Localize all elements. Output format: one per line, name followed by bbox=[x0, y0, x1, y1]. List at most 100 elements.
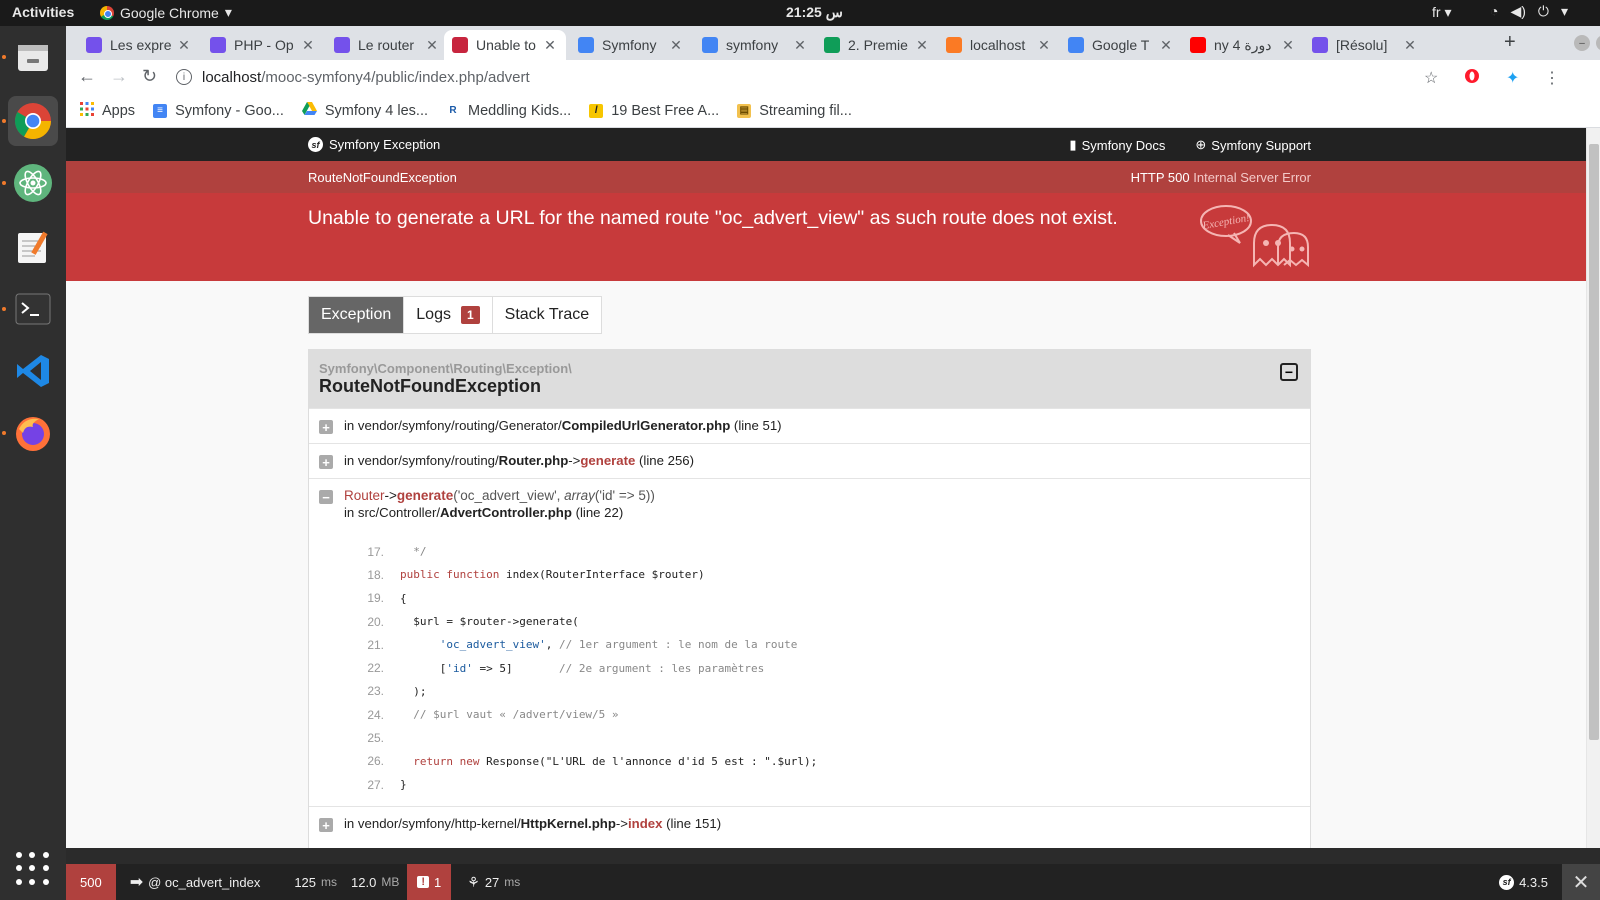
browser-tab[interactable]: Unable to ✕ bbox=[444, 30, 566, 60]
tab-title: 2. Premie bbox=[848, 37, 908, 53]
status-code-panel[interactable]: 500 bbox=[66, 864, 116, 900]
tab-stack-trace[interactable]: Stack Trace bbox=[493, 297, 601, 333]
symfony-support-link[interactable]: ⊕ Symfony Support bbox=[1195, 137, 1311, 153]
opera-extension-icon[interactable] bbox=[1464, 68, 1480, 89]
time-panel[interactable]: 125 ms bbox=[268, 864, 345, 900]
system-tray[interactable]: ◔ ◀) ⏻ ▾ bbox=[1490, 3, 1568, 20]
firefox-icon[interactable] bbox=[8, 408, 58, 458]
bookmark-star-icon[interactable]: ☆ bbox=[1424, 68, 1438, 88]
browser-tab[interactable]: Symfony ✕ bbox=[570, 30, 692, 60]
reload-button[interactable]: ↻ bbox=[142, 66, 157, 87]
line-number: 20. bbox=[367, 614, 384, 629]
status-code: 500 bbox=[80, 874, 102, 890]
language-indicator[interactable]: fr ▾ bbox=[1432, 4, 1451, 21]
close-tab-icon[interactable]: ✕ bbox=[914, 37, 930, 54]
xampp-icon bbox=[946, 37, 962, 53]
running-indicator bbox=[2, 119, 6, 123]
collapse-all-icon[interactable]: − bbox=[1280, 363, 1298, 381]
menu-icon[interactable]: ⋮ bbox=[1544, 68, 1560, 88]
exception-ghost-icon: Exception! bbox=[1200, 205, 1309, 268]
call-method: generate bbox=[396, 488, 454, 503]
memory-panel[interactable]: 12.0 MB bbox=[345, 864, 407, 900]
trace-frame[interactable]: + in vendor/symfony/http-kernel/HttpKern… bbox=[309, 806, 1310, 841]
new-tab-button[interactable]: + bbox=[1504, 31, 1516, 54]
bookmark-label: Symfony - Goo... bbox=[175, 102, 284, 119]
code-line: 19. { bbox=[344, 587, 1310, 610]
bookmark-19-best-free[interactable]: l 19 Best Free A... bbox=[589, 103, 719, 119]
app-menu[interactable]: Google Chrome ▾ bbox=[100, 4, 232, 21]
chrome-dock-icon[interactable] bbox=[8, 96, 58, 146]
r-icon: R bbox=[449, 105, 457, 116]
browser-tab[interactable]: PHP - Op ✕ bbox=[202, 30, 324, 60]
expand-icon[interactable]: + bbox=[319, 420, 333, 434]
hide-toolbar-button[interactable]: ✕ bbox=[1562, 864, 1600, 900]
tab-label: Exception bbox=[321, 306, 392, 323]
browser-tab[interactable]: [Résolu] ✕ bbox=[1304, 30, 1426, 60]
chevron-down-icon: ▾ bbox=[224, 4, 232, 20]
browser-tab[interactable]: symfony ✕ bbox=[694, 30, 816, 60]
close-tab-icon[interactable]: ✕ bbox=[300, 37, 316, 54]
expand-icon[interactable]: + bbox=[319, 455, 333, 469]
browser-tab[interactable]: 2. Premie ✕ bbox=[816, 30, 938, 60]
symfony-docs-link[interactable]: ▮ Symfony Docs bbox=[1069, 137, 1165, 153]
extension-icon[interactable]: ✦ bbox=[1506, 68, 1519, 88]
route-panel[interactable]: ➡ @ oc_advert_index bbox=[116, 864, 269, 900]
logs-error-panel[interactable]: ! 1 bbox=[407, 864, 452, 900]
close-tab-icon[interactable]: ✕ bbox=[1158, 37, 1174, 54]
close-tab-icon[interactable]: ✕ bbox=[1036, 37, 1052, 54]
tab-exception[interactable]: Exception bbox=[309, 297, 405, 333]
code-text: 'oc_advert_view', // 1er argument : le n… bbox=[439, 638, 798, 652]
address-bar[interactable]: i localhost/mooc-symfony4/public/index.p… bbox=[176, 63, 1476, 91]
page-scrollbar[interactable] bbox=[1586, 128, 1600, 848]
close-tab-icon[interactable]: ✕ bbox=[424, 37, 440, 54]
bookmark-streaming[interactable]: ▤ Streaming fil... bbox=[737, 103, 852, 119]
code-line: 22. ['id' => 5] // 2e argument : les par… bbox=[344, 656, 1310, 679]
back-button[interactable]: ← bbox=[78, 66, 96, 87]
trace-frame[interactable]: + in vendor/symfony/routing/Router.php->… bbox=[309, 443, 1310, 478]
bookmarks-bar: Apps ≡ Symfony - Goo... Symfony 4 les...… bbox=[66, 94, 1600, 128]
browser-tab[interactable]: Les expre ✕ bbox=[78, 30, 200, 60]
close-tab-icon[interactable]: ✕ bbox=[1280, 37, 1296, 54]
browser-tab[interactable]: ny 4 دورة ✕ bbox=[1182, 30, 1304, 60]
tab-logs[interactable]: Logs 1 bbox=[404, 297, 493, 333]
code-line: 27.} bbox=[344, 773, 1310, 796]
clock[interactable]: 21:25 س bbox=[786, 4, 843, 21]
expand-icon[interactable]: + bbox=[319, 818, 333, 833]
vscode-icon[interactable] bbox=[8, 346, 58, 396]
browser-tab[interactable]: localhost ✕ bbox=[938, 30, 1060, 60]
terminal-icon[interactable] bbox=[8, 284, 58, 334]
activities-button[interactable]: Activities bbox=[12, 4, 74, 20]
close-tab-icon[interactable]: ✕ bbox=[176, 37, 192, 54]
minimize-button[interactable]: – bbox=[1574, 35, 1590, 51]
code-text: public function index(RouterInterface $r… bbox=[400, 568, 705, 582]
bookmark-label: Symfony 4 les... bbox=[324, 102, 429, 119]
text-editor-icon[interactable] bbox=[8, 222, 58, 272]
atom-icon[interactable] bbox=[8, 158, 58, 208]
site-info-icon[interactable]: i bbox=[176, 69, 192, 85]
code-text: } bbox=[400, 778, 407, 792]
close-tab-icon[interactable]: ✕ bbox=[668, 37, 684, 54]
twig-panel[interactable]: ⚘ 27 ms bbox=[451, 864, 528, 900]
bookmark-symfony-4[interactable]: Symfony 4 les... bbox=[301, 102, 429, 119]
code-text: */ bbox=[413, 545, 427, 559]
symfony-exception-logo[interactable]: sf Symfony Exception bbox=[308, 137, 440, 152]
browser-tab[interactable]: Le router ✕ bbox=[326, 30, 448, 60]
maximize-button[interactable]: □ bbox=[1596, 35, 1600, 51]
code-line: 25. bbox=[344, 726, 1310, 749]
bookmark-apps[interactable]: Apps bbox=[80, 101, 135, 120]
close-tab-icon[interactable]: ✕ bbox=[542, 37, 558, 54]
tab-label: Stack Trace bbox=[504, 306, 590, 323]
browser-tab[interactable]: Google T ✕ bbox=[1060, 30, 1182, 60]
scrollbar-thumb[interactable] bbox=[1589, 144, 1599, 740]
collapse-icon[interactable]: − bbox=[319, 490, 333, 504]
window-controls: – □ ✕ bbox=[1574, 35, 1600, 51]
bookmark-symfony-goo[interactable]: ≡ Symfony - Goo... bbox=[153, 103, 284, 119]
symfony-version-panel[interactable]: sf 4.3.5 bbox=[1491, 864, 1562, 900]
close-tab-icon[interactable]: ✕ bbox=[1402, 37, 1418, 54]
bookmark-meddling-kids[interactable]: R Meddling Kids... bbox=[446, 103, 571, 119]
forward-button[interactable]: → bbox=[110, 66, 128, 87]
close-tab-icon[interactable]: ✕ bbox=[792, 37, 808, 54]
files-icon[interactable] bbox=[8, 32, 58, 82]
show-applications-icon[interactable] bbox=[16, 852, 50, 886]
trace-frame[interactable]: + in vendor/symfony/routing/Generator/Co… bbox=[309, 408, 1310, 443]
